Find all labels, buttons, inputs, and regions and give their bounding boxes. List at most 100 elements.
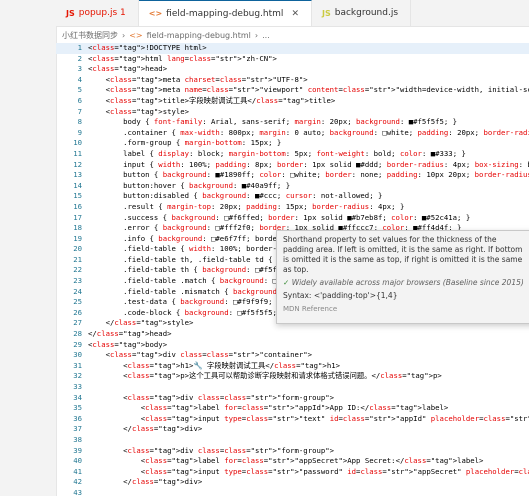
code-line[interactable]: 14 button:hover { background: ■#40a9ff; … xyxy=(56,181,529,192)
tab-popup-js[interactable]: JS popup.js 1 xyxy=(56,0,139,26)
line-number: 34 xyxy=(73,392,82,402)
code-line[interactable]: 43 xyxy=(56,488,529,496)
tab-label: background.js xyxy=(334,8,399,18)
line-number: 20 xyxy=(73,244,82,254)
line-number: 42 xyxy=(73,477,82,487)
line-number: 33 xyxy=(73,382,82,391)
code-line[interactable]: 30 <class="tag">div class=class="str">"c… xyxy=(56,350,529,361)
line-number: 32 xyxy=(73,371,82,381)
code-line[interactable]: 1 <class="tag">!DOCTYPE html> xyxy=(56,43,529,54)
tab-field-mapping-debug[interactable]: <> field-mapping-debug.html ✕ xyxy=(138,0,312,26)
code-line[interactable]: 4 <class="tag">meta charset=class="str">… xyxy=(56,75,529,86)
code-line[interactable]: 28 </class="tag">head> xyxy=(56,329,529,340)
code-line[interactable]: 38 xyxy=(56,435,529,446)
code-line[interactable]: 29 <class="tag">body> xyxy=(56,340,529,351)
code-line[interactable]: 31 <class="tag">h1>🔧 字段映射调试工具</class="ta… xyxy=(56,361,529,372)
tab-label: field-mapping-debug.html xyxy=(166,8,284,19)
code-text: .field-table th, .field-table td { bo xyxy=(88,254,286,264)
code-text: </class="tag">div> xyxy=(88,477,203,487)
check-icon: ✓ xyxy=(283,278,290,287)
mdn-reference-link[interactable]: MDN Reference xyxy=(283,304,529,314)
code-line[interactable]: 40 <class="tag">label for=class="str">"a… xyxy=(56,456,529,467)
code-text: .field-table .mismatch { background: xyxy=(88,286,281,296)
line-number: 21 xyxy=(73,254,82,264)
hover-syntax: Syntax: <'padding-top'>{1,4} xyxy=(283,291,398,300)
code-text: <class="tag">div class=class="str">"form… xyxy=(88,392,335,402)
code-text: .result { margin-top: 20px; padding: 15p… xyxy=(88,201,405,211)
chevron-right-icon: › xyxy=(254,30,259,40)
breadcrumb-item[interactable]: 小红书数据同步 xyxy=(62,30,118,41)
code-line[interactable]: 8 body { font-family: Arial, sans-serif;… xyxy=(56,117,529,128)
html-icon: <> xyxy=(148,9,163,18)
line-number: 19 xyxy=(73,233,82,243)
code-text: .container { max-width: 800px; margin: 0… xyxy=(88,127,529,137)
code-text: <class="tag">body> xyxy=(88,339,168,349)
line-number: 24 xyxy=(73,286,82,296)
code-line[interactable]: 17 .success { background: □#f6ffed; bord… xyxy=(56,213,529,224)
code-text: </class="tag">head> xyxy=(88,329,172,339)
line-number: 13 xyxy=(73,170,82,180)
code-line[interactable]: 35 <class="tag">label for=class="str">"a… xyxy=(56,403,529,414)
line-number: 9 xyxy=(77,127,82,137)
breadcrumb-item[interactable]: field-mapping-debug.html xyxy=(147,31,251,40)
line-number: 40 xyxy=(73,456,82,466)
line-number: 8 xyxy=(77,117,82,127)
code-line[interactable]: 42 </class="tag">div> xyxy=(56,477,529,488)
line-number: 23 xyxy=(73,276,82,286)
code-text: <class="tag">meta name=class="str">"view… xyxy=(88,85,529,95)
code-line[interactable]: 7 <class="tag">style> xyxy=(56,107,529,118)
code-line[interactable]: 32 <class="tag">p>这个工具可以帮助诊断字段映射和请求体格式错误… xyxy=(56,371,529,382)
code-text: <class="tag">style> xyxy=(88,106,190,116)
line-number: 12 xyxy=(73,159,82,169)
code-text: .test-data { background: □#f9f9f9; p xyxy=(88,297,282,307)
line-number: 31 xyxy=(73,360,82,370)
code-line[interactable]: 16 .result { margin-top: 20px; padding: … xyxy=(56,202,529,213)
code-line[interactable]: 10 .form-group { margin-bottom: 15px; } xyxy=(56,138,529,149)
code-line[interactable]: 9 .container { max-width: 800px; margin:… xyxy=(56,128,529,139)
line-number: 29 xyxy=(73,339,82,349)
line-number: 37 xyxy=(73,424,82,434)
code-line[interactable]: 3 <class="tag">head> xyxy=(56,64,529,75)
code-line[interactable]: 33 xyxy=(56,382,529,393)
code-line[interactable]: 5 <class="tag">meta name=class="str">"vi… xyxy=(56,85,529,96)
line-number: 43 xyxy=(73,487,82,496)
code-line[interactable]: 41 <class="tag">input type=class="str">"… xyxy=(56,467,529,478)
editor-tab-bar: JS popup.js 1 <> field-mapping-debug.htm… xyxy=(56,0,529,27)
tab-background-js[interactable]: JS background.js xyxy=(312,0,412,26)
js-icon: JS xyxy=(321,8,331,18)
code-line[interactable]: 6 <class="tag">title>字段映射调试工具</class="ta… xyxy=(56,96,529,107)
code-text: <class="tag">label for=class="str">"appS… xyxy=(88,456,484,466)
code-text: <class="tag">html lang=class="str">"zh-C… xyxy=(88,53,277,63)
code-text: .field-table .match { background: □# xyxy=(88,276,282,286)
code-line[interactable]: 34 <class="tag">div class=class="str">"f… xyxy=(56,393,529,404)
hover-browsers: Widely available across major browsers (… xyxy=(291,278,524,287)
code-line[interactable]: 2 <class="tag">html lang=class="str">"zh-… xyxy=(56,54,529,65)
line-number: 16 xyxy=(73,201,82,211)
code-line[interactable]: 15 button:disabled { background: ■#ccc; … xyxy=(56,191,529,202)
code-line[interactable]: 36 <class="tag">input type=class="str">"… xyxy=(56,414,529,425)
code-line[interactable]: 12 input { width: 100%; padding: 8px; bo… xyxy=(56,160,529,171)
code-text: <class="tag">head> xyxy=(88,64,168,74)
line-number: 10 xyxy=(73,138,82,148)
line-number: 18 xyxy=(73,223,82,233)
code-text: <class="tag">label for=class="str">"appI… xyxy=(88,403,449,413)
code-text: </class="tag">style> xyxy=(88,318,194,328)
line-number: 5 xyxy=(77,85,82,95)
code-line[interactable]: 11 label { display: block; margin-bottom… xyxy=(56,149,529,160)
line-number: 22 xyxy=(73,265,82,275)
activity-gutter xyxy=(0,0,57,496)
line-number: 4 xyxy=(77,74,82,84)
code-text: <class="tag">meta charset=class="str">"U… xyxy=(88,74,308,84)
html-icon: <> xyxy=(129,30,143,40)
line-number: 7 xyxy=(77,106,82,116)
line-number: 36 xyxy=(73,413,82,423)
line-number: 11 xyxy=(73,148,82,158)
code-line[interactable]: 13 button { background: ■#1890ff; color:… xyxy=(56,170,529,181)
code-line[interactable]: 39 <class="tag">div class=class="str">"f… xyxy=(56,446,529,457)
code-text: </class="tag">div> xyxy=(88,424,203,434)
code-line[interactable]: 37 </class="tag">div> xyxy=(56,424,529,435)
close-icon[interactable]: ✕ xyxy=(291,9,299,19)
breadcrumb-item[interactable]: ... xyxy=(262,31,270,40)
code-text: <class="tag">input type=class="str">"pas… xyxy=(88,466,529,476)
js-icon: JS xyxy=(66,8,75,18)
